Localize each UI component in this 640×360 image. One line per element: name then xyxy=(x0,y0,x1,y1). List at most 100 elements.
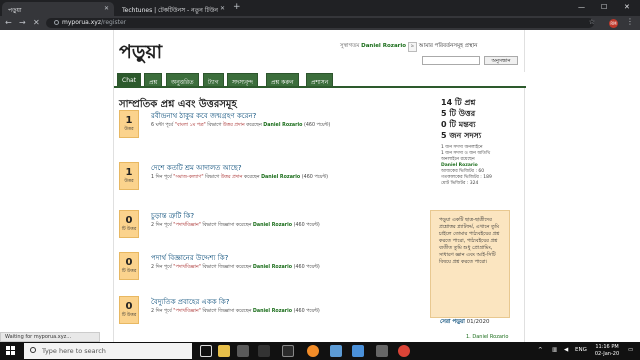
question-title-link[interactable]: রবীন্দ্রনাথ ঠাকুর কবে জন্মগ্রহণ করেন? xyxy=(151,110,256,122)
search-button[interactable]: অনুসন্ধান xyxy=(484,56,518,65)
app-icon[interactable] xyxy=(282,345,294,357)
logout-link[interactable]: প্রস্থান xyxy=(465,43,478,49)
browser-menu-icon[interactable]: ⋮ xyxy=(626,17,634,26)
question-title-link[interactable]: বৈদ্যুতিক প্রবাহের একক কি? xyxy=(151,296,230,308)
close-tab-icon[interactable]: ✕ xyxy=(220,5,225,12)
close-window-icon[interactable]: ✕ xyxy=(624,3,630,11)
info-icon[interactable] xyxy=(54,20,59,25)
nav-admin[interactable]: প্রশাসন xyxy=(306,73,334,87)
clock[interactable]: 11:16 PM 02-Jan-20 xyxy=(592,344,622,358)
meta-time: 2 দিন পূর্বে xyxy=(151,309,172,314)
question-item: 1 উত্তর রবীন্দ্রনাথ ঠাকুর কবে জন্মগ্রহণ … xyxy=(119,110,434,144)
question-title-link[interactable]: পদার্থ বিজ্ঞানের উদ্দেশ্য কি? xyxy=(151,252,228,264)
stop-icon[interactable]: ✕ xyxy=(33,18,40,27)
close-tab-icon[interactable]: ✕ xyxy=(104,5,109,12)
language-indicator[interactable]: ENG xyxy=(575,347,587,353)
answer-count-box: 0 টি উত্তর xyxy=(119,296,139,324)
category-link[interactable]: "বাংলা ১ম পত্র" xyxy=(175,123,206,128)
browser-tab-active[interactable]: পড়ুয়া ✕ xyxy=(2,2,114,16)
best-reader-rank: 1. xyxy=(466,334,471,340)
minimize-icon[interactable]: — xyxy=(578,3,585,11)
nav-unanswered[interactable]: অনুত্তরিত xyxy=(166,73,199,87)
photos-icon[interactable] xyxy=(330,345,342,357)
best-reader-user[interactable]: Daniel Rozario xyxy=(472,334,508,340)
question-meta: 6 ঘন্টা পূর্বে "বাংলা ১ম পত্র" বিভাগে উত… xyxy=(151,122,330,130)
back-icon[interactable]: ← xyxy=(5,18,12,27)
question-meta: 2 দিন পূর্বে "পদার্থবিজ্ঞান" বিভাগে জিজ্… xyxy=(151,222,320,230)
best-reader-title: সেরা পড়ুয়া xyxy=(440,319,465,325)
action-text: জিজ্ঞাসা xyxy=(217,309,235,314)
maximize-icon[interactable]: ☐ xyxy=(601,3,607,11)
nav-questions[interactable]: প্রশ্ন xyxy=(144,73,163,87)
search-input[interactable] xyxy=(422,56,480,65)
user-link[interactable]: Daniel Rozario xyxy=(253,223,292,228)
browser-toolbar: ← → ✕ myporua.xyz/register ☆ RM ⋮ xyxy=(0,16,640,30)
taskbar-search[interactable]: Type here to search xyxy=(24,343,192,359)
username-link[interactable]: Daniel Rozario xyxy=(361,43,406,49)
user-link[interactable]: Daniel Rozario xyxy=(253,309,292,314)
forward-icon[interactable]: → xyxy=(19,18,26,27)
user-points: (460 পয়েন্ট) xyxy=(303,123,331,128)
chrome-icon[interactable] xyxy=(398,345,410,357)
user-points: (460 পয়েন্ট) xyxy=(301,175,328,180)
question-item: 0 টি উত্তর পদার্থ বিজ্ঞানের উদ্দেশ্য কি?… xyxy=(119,252,434,286)
points-badge: ৯ xyxy=(407,42,418,52)
answer-count: 0 xyxy=(125,257,133,268)
category-link[interactable]: "পদার্থবিজ্ঞান" xyxy=(173,223,201,228)
answer-count: 0 xyxy=(125,301,133,312)
browser-tab[interactable]: Techtunes | টেকটিউনস - নতুন টিউন ✕ xyxy=(116,2,230,16)
user-link[interactable]: Daniel Rozario xyxy=(261,175,300,180)
answer-count-label: টি উত্তর xyxy=(121,227,137,232)
user-link[interactable]: Daniel Rozario xyxy=(263,123,302,128)
address-bar[interactable]: myporua.xyz/register xyxy=(46,18,594,28)
question-title-link[interactable]: চুড়ান্ত ত্রুটি কি? xyxy=(151,210,194,222)
notifications-icon[interactable]: ▭ xyxy=(628,347,633,353)
action-link[interactable]: উত্তর প্রদান xyxy=(221,175,243,180)
answer-count-box: 1 উত্তর xyxy=(119,110,139,138)
task-view-icon[interactable] xyxy=(200,345,212,357)
vlc-icon[interactable] xyxy=(307,345,319,357)
clock-time: 11:16 PM xyxy=(595,344,619,350)
best-reader-entry: 1. Daniel Rozario xyxy=(466,334,508,340)
question-title-link[interactable]: দেশে কতটি শ্রম আদালত আছে? xyxy=(151,162,242,174)
category-link[interactable]: "পদার্থবিজ্ঞান" xyxy=(173,265,201,270)
meta-text: বিভাগে xyxy=(202,309,217,314)
site-logo[interactable]: পড়ুয়া xyxy=(119,38,162,70)
search-placeholder: Type here to search xyxy=(42,347,106,355)
settings-icon[interactable] xyxy=(352,345,364,357)
bookmark-star-icon[interactable]: ☆ xyxy=(589,18,595,26)
meta-text: বিভাগে xyxy=(202,223,217,228)
start-button[interactable] xyxy=(6,346,16,356)
profile-avatar[interactable]: RM xyxy=(609,19,618,28)
app-icon[interactable] xyxy=(376,345,388,357)
new-tab-icon[interactable]: + xyxy=(233,2,241,12)
best-reader-heading: সেরা পড়ুয়া 01/2020 xyxy=(440,319,490,327)
network-icon[interactable]: ▥ xyxy=(552,347,557,353)
category-link[interactable]: "সমাজ-কল্যাণ" xyxy=(173,175,203,180)
url-path: /register xyxy=(100,19,127,26)
user-link[interactable]: Daniel Rozario xyxy=(253,265,292,270)
media-icon[interactable] xyxy=(258,345,270,357)
my-updates-link[interactable]: আমার পরিবর্তনসমূহ xyxy=(419,43,463,49)
tray-up-icon[interactable]: ^ xyxy=(538,347,543,353)
nav-tags[interactable]: ট্যাগ xyxy=(203,73,224,87)
tab-label: Techtunes | টেকটিউনস - নতুন টিউন xyxy=(122,7,218,14)
nav-users[interactable]: সদস্যবৃন্দ xyxy=(227,73,258,87)
meta-text: করেছেন xyxy=(235,309,252,314)
nav-ask[interactable]: প্রশ্ন করুন xyxy=(266,73,299,87)
nav-chat[interactable]: Chat xyxy=(117,73,142,87)
sidebar-stats: 14 টি প্রশ্ন 5 টি উত্তর 0 টি মন্তব্য 5 জ… xyxy=(441,97,521,187)
nav-underline xyxy=(114,86,526,88)
file-explorer-icon[interactable] xyxy=(218,345,230,357)
question-item: 0 টি উত্তর বৈদ্যুতিক প্রবাহের একক কি? 2 … xyxy=(119,296,434,330)
action-text: জিজ্ঞাসা xyxy=(217,265,235,270)
action-link[interactable]: উত্তর প্রদান xyxy=(223,123,245,128)
category-link[interactable]: "পদার্থবিজ্ঞান" xyxy=(173,309,201,314)
stat-comments: 0 টি মন্তব্য xyxy=(441,120,476,129)
store-icon[interactable] xyxy=(237,345,249,357)
best-reader-date: 01/2020 xyxy=(466,319,490,325)
question-meta: 1 দিন পূর্বে "সমাজ-কল্যাণ" বিভাগে উত্তর … xyxy=(151,174,328,182)
volume-icon[interactable]: ◀ xyxy=(564,347,568,353)
action-text: জিজ্ঞাসা xyxy=(217,223,235,228)
meta-text: বিভাগে xyxy=(202,265,217,270)
